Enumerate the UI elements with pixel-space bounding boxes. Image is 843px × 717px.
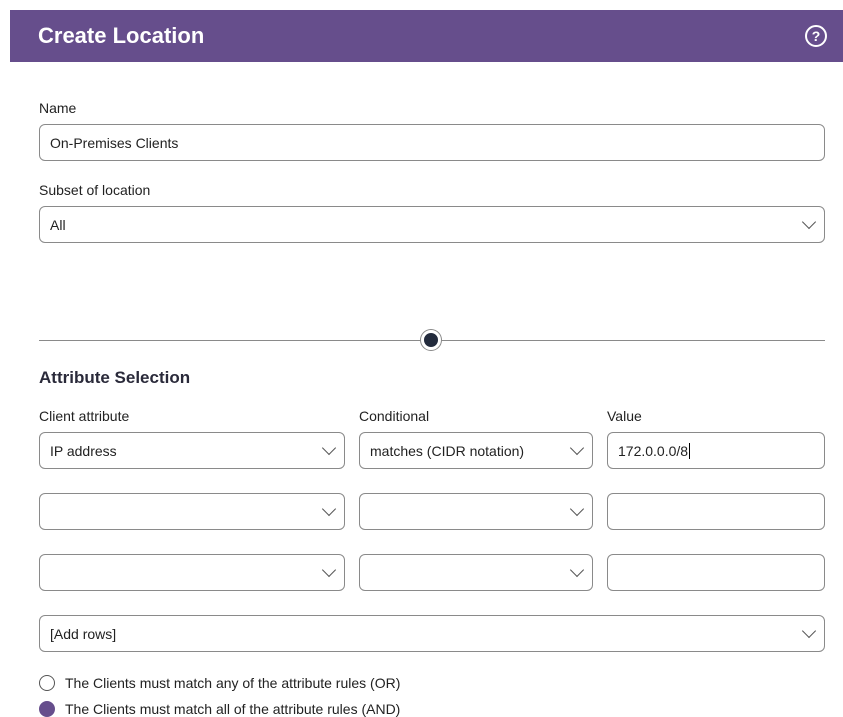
client-attribute-select[interactable] xyxy=(39,554,345,591)
chevron-down-icon xyxy=(321,562,337,577)
dialog-title: Create Location xyxy=(38,23,205,48)
name-label: Name xyxy=(39,100,77,116)
client-attribute-select[interactable] xyxy=(39,493,345,530)
subset-select-value: All xyxy=(50,216,66,233)
client-attribute-header: Client attribute xyxy=(39,408,130,424)
chevron-down-icon xyxy=(569,562,585,577)
match-any-option[interactable]: The Clients must match any of the attrib… xyxy=(39,675,400,691)
value-header: Value xyxy=(607,408,642,424)
conditional-select[interactable] xyxy=(359,554,593,591)
client-attribute-select[interactable]: IP address xyxy=(39,432,345,469)
conditional-select[interactable]: matches (CIDR notation) xyxy=(359,432,593,469)
radio-unchecked-icon[interactable] xyxy=(39,675,55,691)
chevron-down-icon xyxy=(321,440,337,455)
value-input[interactable] xyxy=(607,493,825,530)
conditional-select[interactable] xyxy=(359,493,593,530)
chevron-down-icon xyxy=(569,501,585,516)
chevron-down-icon xyxy=(569,440,585,455)
divider-handle[interactable] xyxy=(421,330,441,350)
radio-checked-icon[interactable] xyxy=(39,701,55,717)
name-input-value: On-Premises Clients xyxy=(50,134,179,151)
add-rows-value: [Add rows] xyxy=(50,625,117,642)
subset-label: Subset of location xyxy=(39,182,151,198)
dialog-header: Create Location ? xyxy=(10,10,843,62)
value-input[interactable]: 172.0.0.0/8 xyxy=(607,432,825,469)
text-caret xyxy=(689,442,691,459)
name-input[interactable]: On-Premises Clients xyxy=(39,124,825,161)
chevron-down-icon xyxy=(801,623,817,638)
chevron-down-icon xyxy=(801,214,817,229)
value-input-text: 172.0.0.0/8 xyxy=(618,442,689,459)
create-location-dialog: Create Location ? Name On-Premises Clien… xyxy=(10,10,843,717)
attribute-selection-title: Attribute Selection xyxy=(39,368,191,387)
help-circle-icon[interactable]: ? xyxy=(805,25,827,47)
add-rows-select[interactable]: [Add rows] xyxy=(39,615,825,652)
subset-select[interactable]: All xyxy=(39,206,825,243)
conditional-value: matches (CIDR notation) xyxy=(370,442,525,459)
conditional-header: Conditional xyxy=(359,408,430,424)
match-any-label: The Clients must match any of the attrib… xyxy=(65,675,401,691)
client-attribute-value: IP address xyxy=(50,442,117,459)
match-all-label: The Clients must match all of the attrib… xyxy=(65,701,401,717)
chevron-down-icon xyxy=(321,501,337,516)
match-all-option[interactable]: The Clients must match all of the attrib… xyxy=(39,701,400,717)
value-input[interactable] xyxy=(607,554,825,591)
